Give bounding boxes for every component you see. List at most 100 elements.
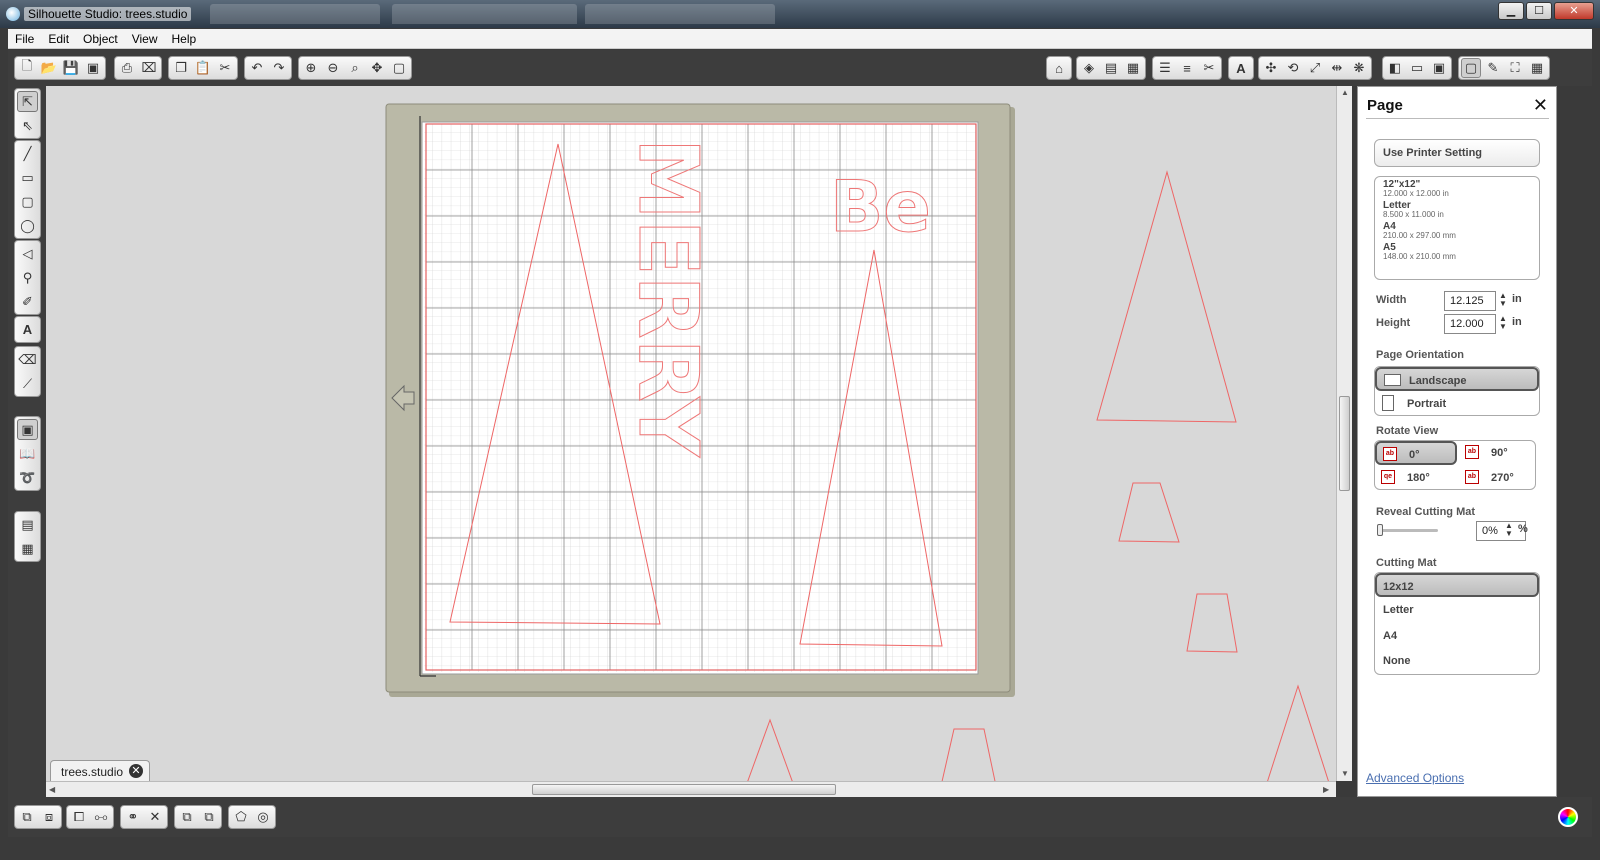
replicate-icon[interactable]: ❋ bbox=[1349, 58, 1369, 78]
fit-page-icon[interactable]: ▢ bbox=[389, 58, 409, 78]
group-icon[interactable]: ⧉ bbox=[17, 807, 37, 827]
reveal-slider-handle[interactable] bbox=[1377, 524, 1383, 536]
rotate-icon[interactable]: ⟲ bbox=[1283, 58, 1303, 78]
scroll-right-icon[interactable]: ▶ bbox=[1323, 785, 1329, 794]
width-stepper-icon[interactable]: ▲ ▼ bbox=[1499, 292, 1507, 308]
trunk-trapezoid[interactable] bbox=[1118, 482, 1180, 543]
sketch-icon[interactable]: ✎ bbox=[1483, 58, 1503, 78]
close-tab-icon[interactable]: ✕ bbox=[129, 764, 143, 778]
canvas-drawing[interactable]: MERRY Be bbox=[46, 86, 1336, 781]
zoom-in-icon[interactable]: ⊕ bbox=[301, 58, 321, 78]
line-color-icon[interactable]: ☰ bbox=[1155, 58, 1175, 78]
knife-tool-icon[interactable]: ⟋ bbox=[17, 373, 38, 394]
mat-option-none[interactable]: None bbox=[1375, 649, 1539, 673]
save-to-library-icon[interactable]: ▣ bbox=[83, 58, 103, 78]
fullscreen-icon[interactable]: ⛶ bbox=[1505, 58, 1525, 78]
height-stepper-icon[interactable]: ▲ ▼ bbox=[1499, 315, 1507, 331]
release-compound-icon[interactable]: ⧟ bbox=[91, 807, 111, 827]
edit-points-icon[interactable]: ⇖ bbox=[17, 115, 38, 136]
select-tool-icon[interactable]: ⇱ bbox=[17, 91, 38, 112]
page-size-option[interactable]: Letter 8.500 x 11.000 in bbox=[1383, 201, 1539, 220]
mat-option-letter[interactable]: Letter bbox=[1375, 598, 1539, 622]
menu-file[interactable]: File bbox=[8, 32, 41, 46]
page-size-list[interactable]: 12"x12" 12.000 x 12.000 in Letter 8.500 … bbox=[1374, 176, 1540, 280]
gradient-icon[interactable]: ▤ bbox=[1101, 58, 1121, 78]
merry-text[interactable]: MERRY bbox=[620, 138, 716, 459]
page-size-option[interactable]: A4 210.00 x 297.00 mm bbox=[1383, 222, 1539, 241]
library-view-icon[interactable]: 📖 bbox=[17, 443, 38, 464]
width-input[interactable]: 12.125 bbox=[1444, 291, 1496, 311]
lasso-tool-icon[interactable]: ➰ bbox=[17, 467, 38, 488]
rounded-rectangle-tool-icon[interactable]: ▢ bbox=[17, 191, 38, 212]
menu-view[interactable]: View bbox=[125, 32, 165, 46]
page-size-option[interactable]: A5 148.00 x 210.00 mm bbox=[1383, 243, 1539, 262]
release-icon[interactable]: ⬠ bbox=[231, 807, 251, 827]
use-printer-setting-button[interactable]: Use Printer Setting bbox=[1374, 139, 1540, 167]
minimize-button[interactable]: ▁ bbox=[1498, 2, 1524, 20]
scroll-left-icon[interactable]: ◀ bbox=[49, 785, 55, 794]
ellipse-tool-icon[interactable]: ◯ bbox=[17, 215, 38, 236]
library-icon[interactable]: ◧ bbox=[1385, 58, 1405, 78]
horizontal-scrollbar[interactable]: ◀ ▶ bbox=[46, 781, 1336, 797]
menu-edit[interactable]: Edit bbox=[41, 32, 76, 46]
vertical-scrollbar[interactable]: ▲ ▼ bbox=[1336, 86, 1352, 781]
delete-icon[interactable]: ✕ bbox=[145, 807, 165, 827]
advanced-options-link[interactable]: Advanced Options bbox=[1366, 771, 1464, 785]
eraser-tool-icon[interactable]: ⌫ bbox=[17, 349, 38, 370]
height-input[interactable]: 12.000 bbox=[1444, 314, 1496, 334]
page-size-option[interactable]: 12"x12" 12.000 x 12.000 in bbox=[1383, 180, 1539, 199]
cut-settings-icon[interactable]: ▣ bbox=[1429, 58, 1449, 78]
text-tool-icon[interactable]: A bbox=[17, 319, 38, 340]
rotate-90-option[interactable]: ab 90° bbox=[1459, 441, 1535, 465]
vertical-scroll-thumb[interactable] bbox=[1339, 396, 1350, 491]
print-icon[interactable]: ⎙ bbox=[117, 58, 137, 78]
polygon-tool-icon[interactable]: ◁ bbox=[17, 243, 38, 264]
freehand-tool-icon[interactable]: ✐ bbox=[17, 291, 38, 312]
page-settings-icon[interactable]: ▢ bbox=[1461, 58, 1481, 78]
rotate-180-option[interactable]: qe 180° bbox=[1375, 466, 1457, 490]
send-backward-icon[interactable]: ⧉ bbox=[199, 807, 219, 827]
design-workspace[interactable]: MERRY Be bbox=[46, 86, 1336, 781]
trace-icon[interactable]: ▭ bbox=[1407, 58, 1427, 78]
offset-icon[interactable]: ◎ bbox=[253, 807, 273, 827]
menu-help[interactable]: Help bbox=[165, 32, 204, 46]
cut-style-icon[interactable]: ✂ bbox=[1199, 58, 1219, 78]
print-cut-icon[interactable]: ⌧ bbox=[139, 58, 159, 78]
new-file-icon[interactable]: 🗋 bbox=[17, 58, 37, 78]
portrait-option[interactable]: Portrait bbox=[1375, 392, 1539, 416]
store-icon[interactable]: ⌂ bbox=[1049, 58, 1069, 78]
tree-triangle-offpage[interactable] bbox=[1096, 170, 1237, 423]
pan-icon[interactable]: ✥ bbox=[367, 58, 387, 78]
save-icon[interactable]: 💾 bbox=[61, 58, 81, 78]
reveal-stepper-icon[interactable]: ▲ ▼ bbox=[1505, 522, 1513, 538]
horizontal-scroll-thumb[interactable] bbox=[532, 784, 836, 795]
trunk-trapezoid[interactable] bbox=[941, 728, 996, 781]
fill-color-icon[interactable]: ◈ bbox=[1079, 58, 1099, 78]
line-style-icon[interactable]: ≡ bbox=[1177, 58, 1197, 78]
tree-triangle-bottom[interactable] bbox=[746, 718, 794, 781]
reveal-slider-track[interactable] bbox=[1378, 529, 1438, 532]
menu-object[interactable]: Object bbox=[76, 32, 125, 46]
scale-icon[interactable]: ⤢ bbox=[1305, 58, 1325, 78]
cut-icon[interactable]: ✂ bbox=[215, 58, 235, 78]
text-style-icon[interactable]: A bbox=[1231, 58, 1251, 78]
copy-icon[interactable]: ❐ bbox=[171, 58, 191, 78]
mat-option-12x12[interactable]: 12x12 bbox=[1375, 573, 1539, 597]
zoom-select-icon[interactable]: ⌕ bbox=[345, 58, 365, 78]
scroll-down-icon[interactable]: ▼ bbox=[1341, 769, 1349, 778]
paste-icon[interactable]: 📋 bbox=[193, 58, 213, 78]
zoom-out-icon[interactable]: ⊖ bbox=[323, 58, 343, 78]
be-text[interactable]: Be bbox=[830, 166, 932, 249]
page-view-icon[interactable]: ▣ bbox=[17, 419, 38, 440]
trunk-trapezoid[interactable] bbox=[1186, 593, 1238, 653]
curve-tool-icon[interactable]: ⚲ bbox=[17, 267, 38, 288]
panel-close-icon[interactable]: ✕ bbox=[1533, 95, 1548, 116]
undo-icon[interactable]: ↶ bbox=[247, 58, 267, 78]
mat-option-a4[interactable]: A4 bbox=[1375, 624, 1539, 648]
tree-triangle-bottom[interactable] bbox=[1266, 684, 1330, 781]
split-view-icon[interactable]: ▤ bbox=[17, 514, 38, 535]
weld-icon[interactable]: ⚭ bbox=[123, 807, 143, 827]
landscape-option[interactable]: Landscape bbox=[1375, 367, 1539, 391]
grid-view-icon[interactable]: ▦ bbox=[17, 538, 38, 559]
close-window-button[interactable]: ✕ bbox=[1554, 2, 1594, 20]
